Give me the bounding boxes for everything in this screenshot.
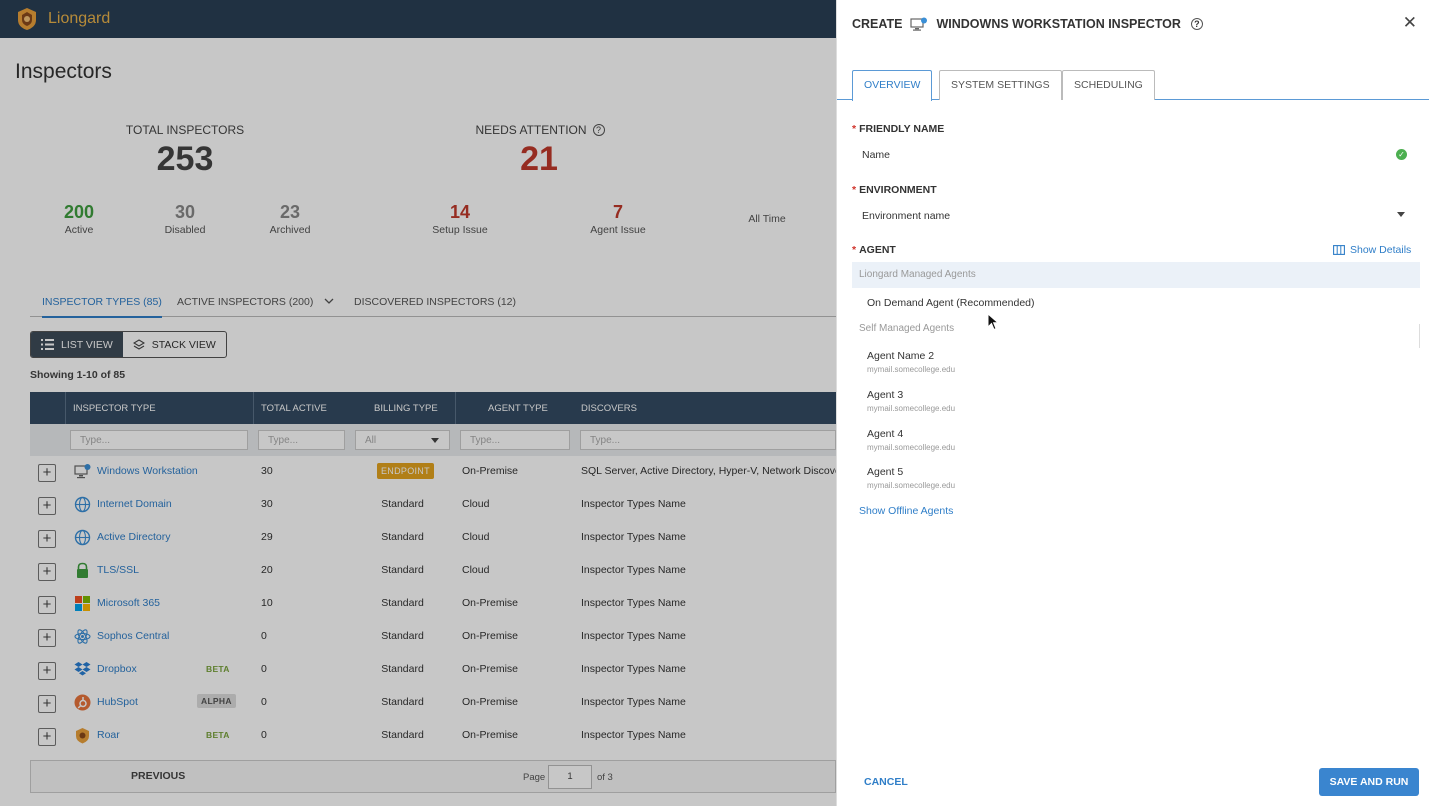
- group-self-managed: Self Managed Agents: [859, 323, 955, 334]
- show-details-link[interactable]: Show Details: [1333, 244, 1411, 256]
- agent-option-on-demand[interactable]: On Demand Agent (Recommended): [867, 297, 1035, 309]
- caret-down-icon[interactable]: [1397, 212, 1405, 217]
- environment-label: * ENVIRONMENT: [852, 184, 937, 196]
- agent-option[interactable]: Agent Name 2: [867, 350, 934, 362]
- agent-text: AGENT: [859, 244, 896, 256]
- divider: [1419, 324, 1420, 348]
- agent-host: mymail.somecollege.edu: [867, 365, 956, 374]
- panel-tabs: OVERVIEW SYSTEM SETTINGS SCHEDULING: [837, 70, 1429, 101]
- panel-title-text: WINDOWNS WORKSTATION INSPECTOR: [936, 17, 1181, 31]
- tab-scheduling[interactable]: SCHEDULING: [1062, 70, 1155, 100]
- cancel-button[interactable]: CANCEL: [864, 776, 908, 788]
- group-liongard-managed: Liongard Managed Agents: [852, 262, 1420, 288]
- tab-overview[interactable]: OVERVIEW: [852, 70, 933, 101]
- friendly-name-text: FRIENDLY NAME: [859, 123, 945, 135]
- show-details-text: Show Details: [1350, 244, 1412, 256]
- friendly-name-label: * FRIENDLY NAME: [852, 123, 945, 135]
- help-icon[interactable]: ?: [1190, 18, 1203, 30]
- agent-label: * AGENT: [852, 244, 896, 256]
- agent-option[interactable]: Agent 3: [867, 389, 903, 401]
- mouse-cursor-icon: [987, 313, 999, 331]
- columns-icon: [1333, 245, 1345, 255]
- monitor-icon: [910, 17, 928, 31]
- environment-select[interactable]: Environment name: [862, 210, 950, 222]
- agent-host: mymail.somecollege.edu: [867, 481, 956, 490]
- agent-option[interactable]: Agent 5: [867, 466, 903, 478]
- check-circle-icon: ✓: [1396, 149, 1407, 160]
- save-and-run-button[interactable]: SAVE AND RUN: [1319, 768, 1419, 796]
- agent-host: mymail.somecollege.edu: [867, 443, 956, 452]
- panel-title: CREATE WINDOWNS WORKSTATION INSPECTOR ?: [852, 17, 1203, 31]
- environment-text: ENVIRONMENT: [859, 184, 937, 196]
- show-offline-agents-link[interactable]: Show Offline Agents: [859, 505, 953, 517]
- agent-option[interactable]: Agent 4: [867, 428, 903, 440]
- panel-create-label: CREATE: [852, 17, 903, 31]
- agent-host: mymail.somecollege.edu: [867, 404, 956, 413]
- close-icon[interactable]: ✕: [1403, 13, 1417, 33]
- modal-backdrop[interactable]: [0, 0, 836, 806]
- friendly-name-input[interactable]: Name: [862, 149, 890, 161]
- create-inspector-panel: CREATE WINDOWNS WORKSTATION INSPECTOR ? …: [836, 0, 1429, 806]
- tab-system-settings[interactable]: SYSTEM SETTINGS: [939, 70, 1062, 100]
